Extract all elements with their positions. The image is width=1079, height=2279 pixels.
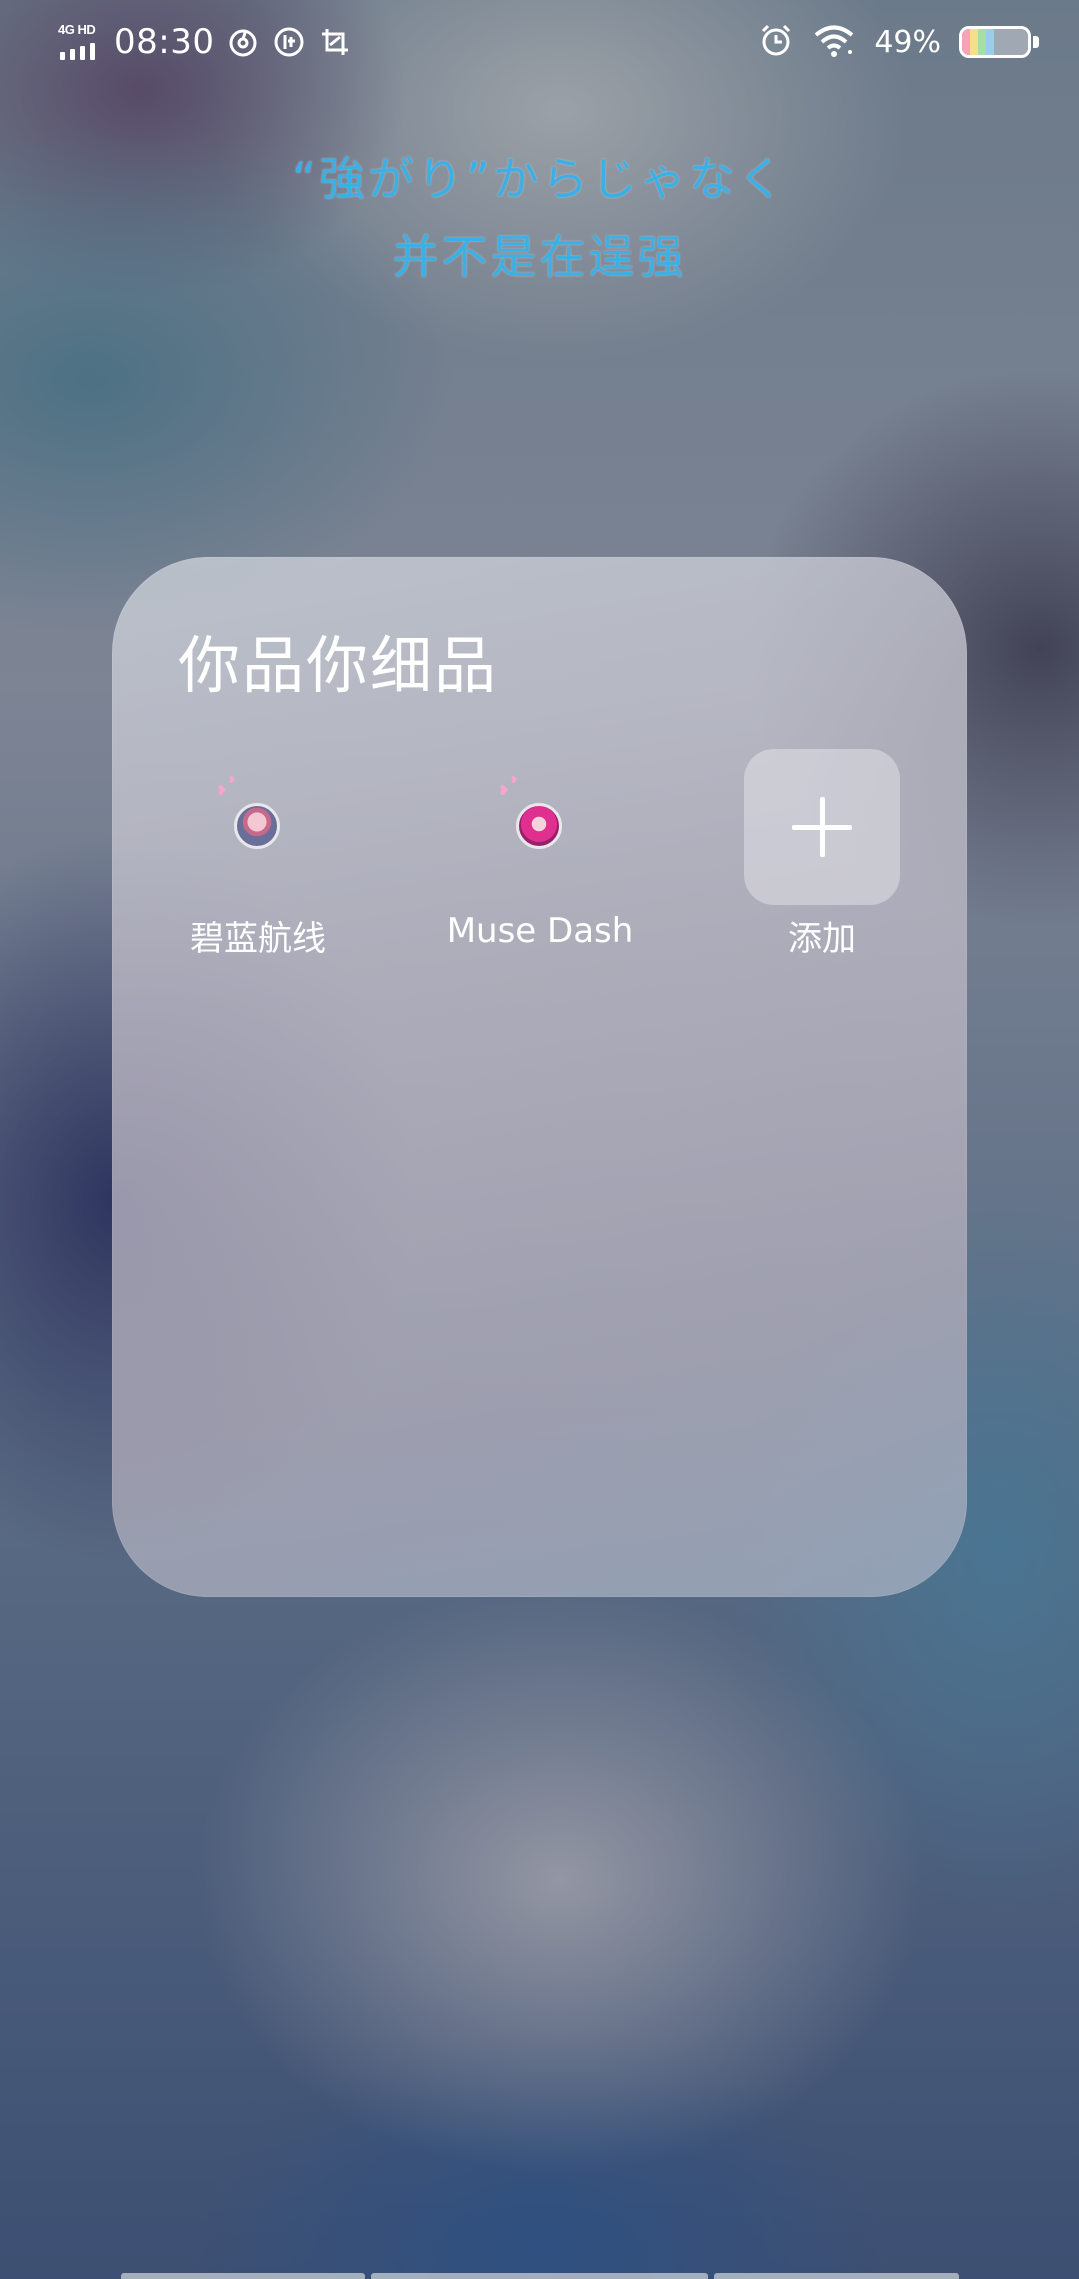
- lyrics-widget: “強がり”からじゃなく 并不是在逞强: [0, 140, 1079, 296]
- battery-icon: [959, 26, 1039, 58]
- lyric-line-original: “強がり”からじゃなく: [292, 152, 787, 206]
- lyric-line-translation: 并不是在逞强: [392, 230, 687, 284]
- dock-hint-bar: [371, 2273, 708, 2279]
- app-muse-dash[interactable]: ❥ ❥ Muse Dash: [440, 749, 640, 951]
- plus-icon[interactable]: [744, 749, 900, 905]
- status-bar-right: 49%: [758, 18, 1039, 66]
- alarm-icon: [758, 22, 794, 62]
- netease-music-icon: [226, 25, 260, 59]
- folder-title[interactable]: 你品你细品: [178, 615, 498, 705]
- muse-dash-app-icon: [516, 803, 562, 849]
- status-bar: 4G HD 08:30 49%: [0, 0, 1079, 84]
- azur-lane-app-icon: [234, 803, 280, 849]
- speed-badge-icon: [272, 25, 306, 59]
- status-bar-left: 4G HD 08:30: [58, 18, 352, 66]
- dock-hint-bar: [121, 2273, 365, 2279]
- cellular-signal-icon: 4G HD: [58, 22, 106, 62]
- screenshot-crop-icon: [318, 25, 352, 59]
- wifi-icon: [812, 22, 856, 62]
- add-label: 添加: [788, 919, 856, 959]
- add-app-button[interactable]: 添加: [722, 749, 922, 960]
- battery-percent: 49%: [874, 24, 941, 60]
- network-type: 4G HD: [58, 22, 96, 37]
- app-label: Muse Dash: [446, 911, 634, 951]
- status-time: 08:30: [114, 22, 215, 62]
- app-azur-lane[interactable]: ❥ ❥ 碧蓝航线: [158, 749, 358, 960]
- app-label: 碧蓝航线: [190, 919, 326, 959]
- dock-hint-bar: [714, 2273, 959, 2279]
- app-folder: 你品你细品 ❥ ❥ 碧蓝航线 ❥ ❥ Muse Dash 添加: [112, 557, 967, 1597]
